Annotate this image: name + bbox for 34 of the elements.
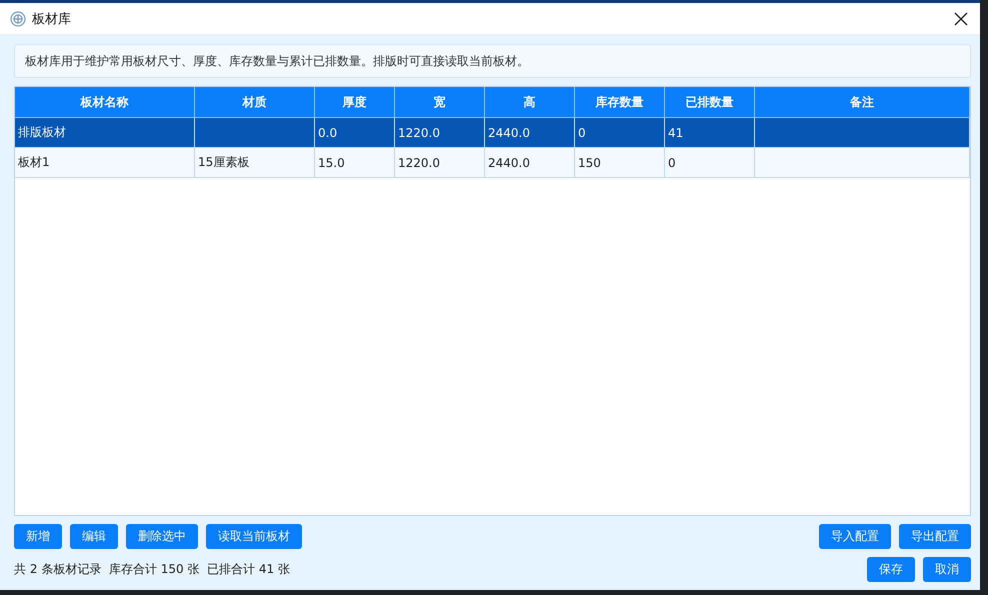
config-button[interactable]: 导入配置 xyxy=(819,524,891,549)
column-header[interactable]: 材质 xyxy=(195,87,315,118)
column-header[interactable]: 板材名称 xyxy=(15,87,195,118)
dialog-button[interactable]: 保存 xyxy=(867,557,915,582)
column-header[interactable]: 宽 xyxy=(395,87,485,118)
app-logo-icon xyxy=(10,10,26,26)
action-button[interactable]: 读取当前板材 xyxy=(206,524,302,549)
dialog-button[interactable]: 取消 xyxy=(923,557,971,582)
table-cell: 0.0 xyxy=(315,118,395,148)
table-cell: 0 xyxy=(665,148,755,178)
table-cell: 板材1 xyxy=(15,148,195,178)
column-header[interactable]: 厚度 xyxy=(315,87,395,118)
table-cell: 41 xyxy=(665,118,755,148)
table-cell: 15厘素板 xyxy=(195,148,315,178)
summary-text: 共 2 条板材记录 库存合计 150 张 已排合计 41 张 xyxy=(14,561,290,578)
column-header[interactable]: 库存数量 xyxy=(575,87,665,118)
table-cell: 排版板材 xyxy=(15,118,195,148)
config-button[interactable]: 导出配置 xyxy=(899,524,971,549)
table-cell: 150 xyxy=(575,148,665,178)
column-header[interactable]: 备注 xyxy=(755,87,970,118)
action-button[interactable]: 删除选中 xyxy=(126,524,198,549)
table-cell: 2440.0 xyxy=(485,118,575,148)
close-button[interactable] xyxy=(952,10,970,28)
table-cell: 1220.0 xyxy=(395,148,485,178)
table-cell: 1220.0 xyxy=(395,118,485,148)
table-cell: 0 xyxy=(575,118,665,148)
table-cell: 2440.0 xyxy=(485,148,575,178)
table-cell: 15.0 xyxy=(315,148,395,178)
column-header[interactable]: 高 xyxy=(485,87,575,118)
description-text: 板材库用于维护常用板材尺寸、厚度、库存数量与累计已排数量。排版时可直接读取当前板材。 xyxy=(14,44,971,78)
window-title: 板材库 xyxy=(32,10,72,28)
column-header[interactable]: 已排数量 xyxy=(665,87,755,118)
action-button[interactable]: 新增 xyxy=(14,524,62,549)
action-button[interactable]: 编辑 xyxy=(70,524,118,549)
